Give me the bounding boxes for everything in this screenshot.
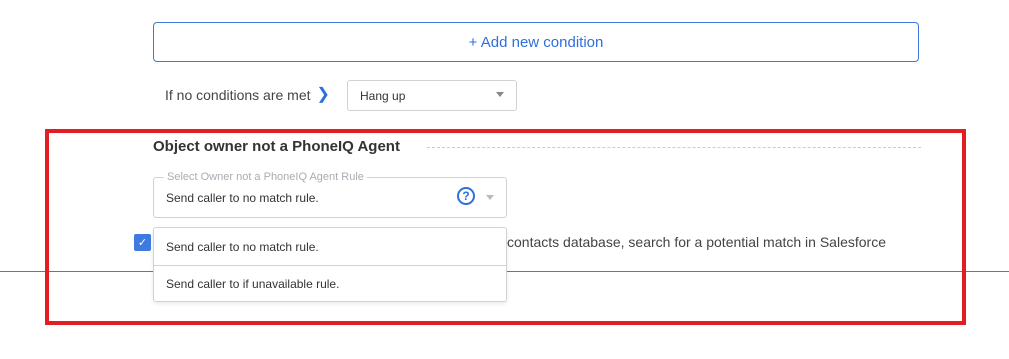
chevron-right-icon[interactable]: ❯ (317, 87, 330, 103)
section-title: Object owner not a PhoneIQ Agent (153, 138, 400, 155)
no-conditions-label: If no conditions are met (165, 87, 311, 103)
owner-rule-legend: Select Owner not a PhoneIQ Agent Rule (164, 171, 367, 183)
caret-down-icon (496, 92, 504, 97)
section-divider (427, 147, 921, 148)
checkmark-icon: ✓ (137, 237, 148, 249)
add-new-condition-button[interactable]: + Add new condition (153, 22, 919, 62)
owner-rule-value: Send caller to no match rule. (166, 191, 319, 205)
dropdown-option-no-match[interactable]: Send caller to no match rule. (154, 228, 506, 265)
search-salesforce-label: contacts database, search for a potentia… (507, 234, 886, 250)
owner-rule-dropdown-menu: Send caller to no match rule. Send calle… (153, 227, 507, 302)
no-conditions-action-value: Hang up (360, 88, 406, 103)
search-salesforce-checkbox[interactable]: ✓ (134, 234, 151, 251)
owner-rule-select[interactable]: Select Owner not a PhoneIQ Agent Rule Se… (153, 171, 507, 218)
no-conditions-row: If no conditions are met ❯ (165, 87, 330, 104)
no-conditions-action-select[interactable]: Hang up (347, 80, 517, 111)
caret-down-icon (486, 195, 494, 200)
dropdown-option-if-unavailable[interactable]: Send caller to if unavailable rule. (154, 265, 506, 302)
help-icon[interactable]: ? (457, 187, 475, 205)
